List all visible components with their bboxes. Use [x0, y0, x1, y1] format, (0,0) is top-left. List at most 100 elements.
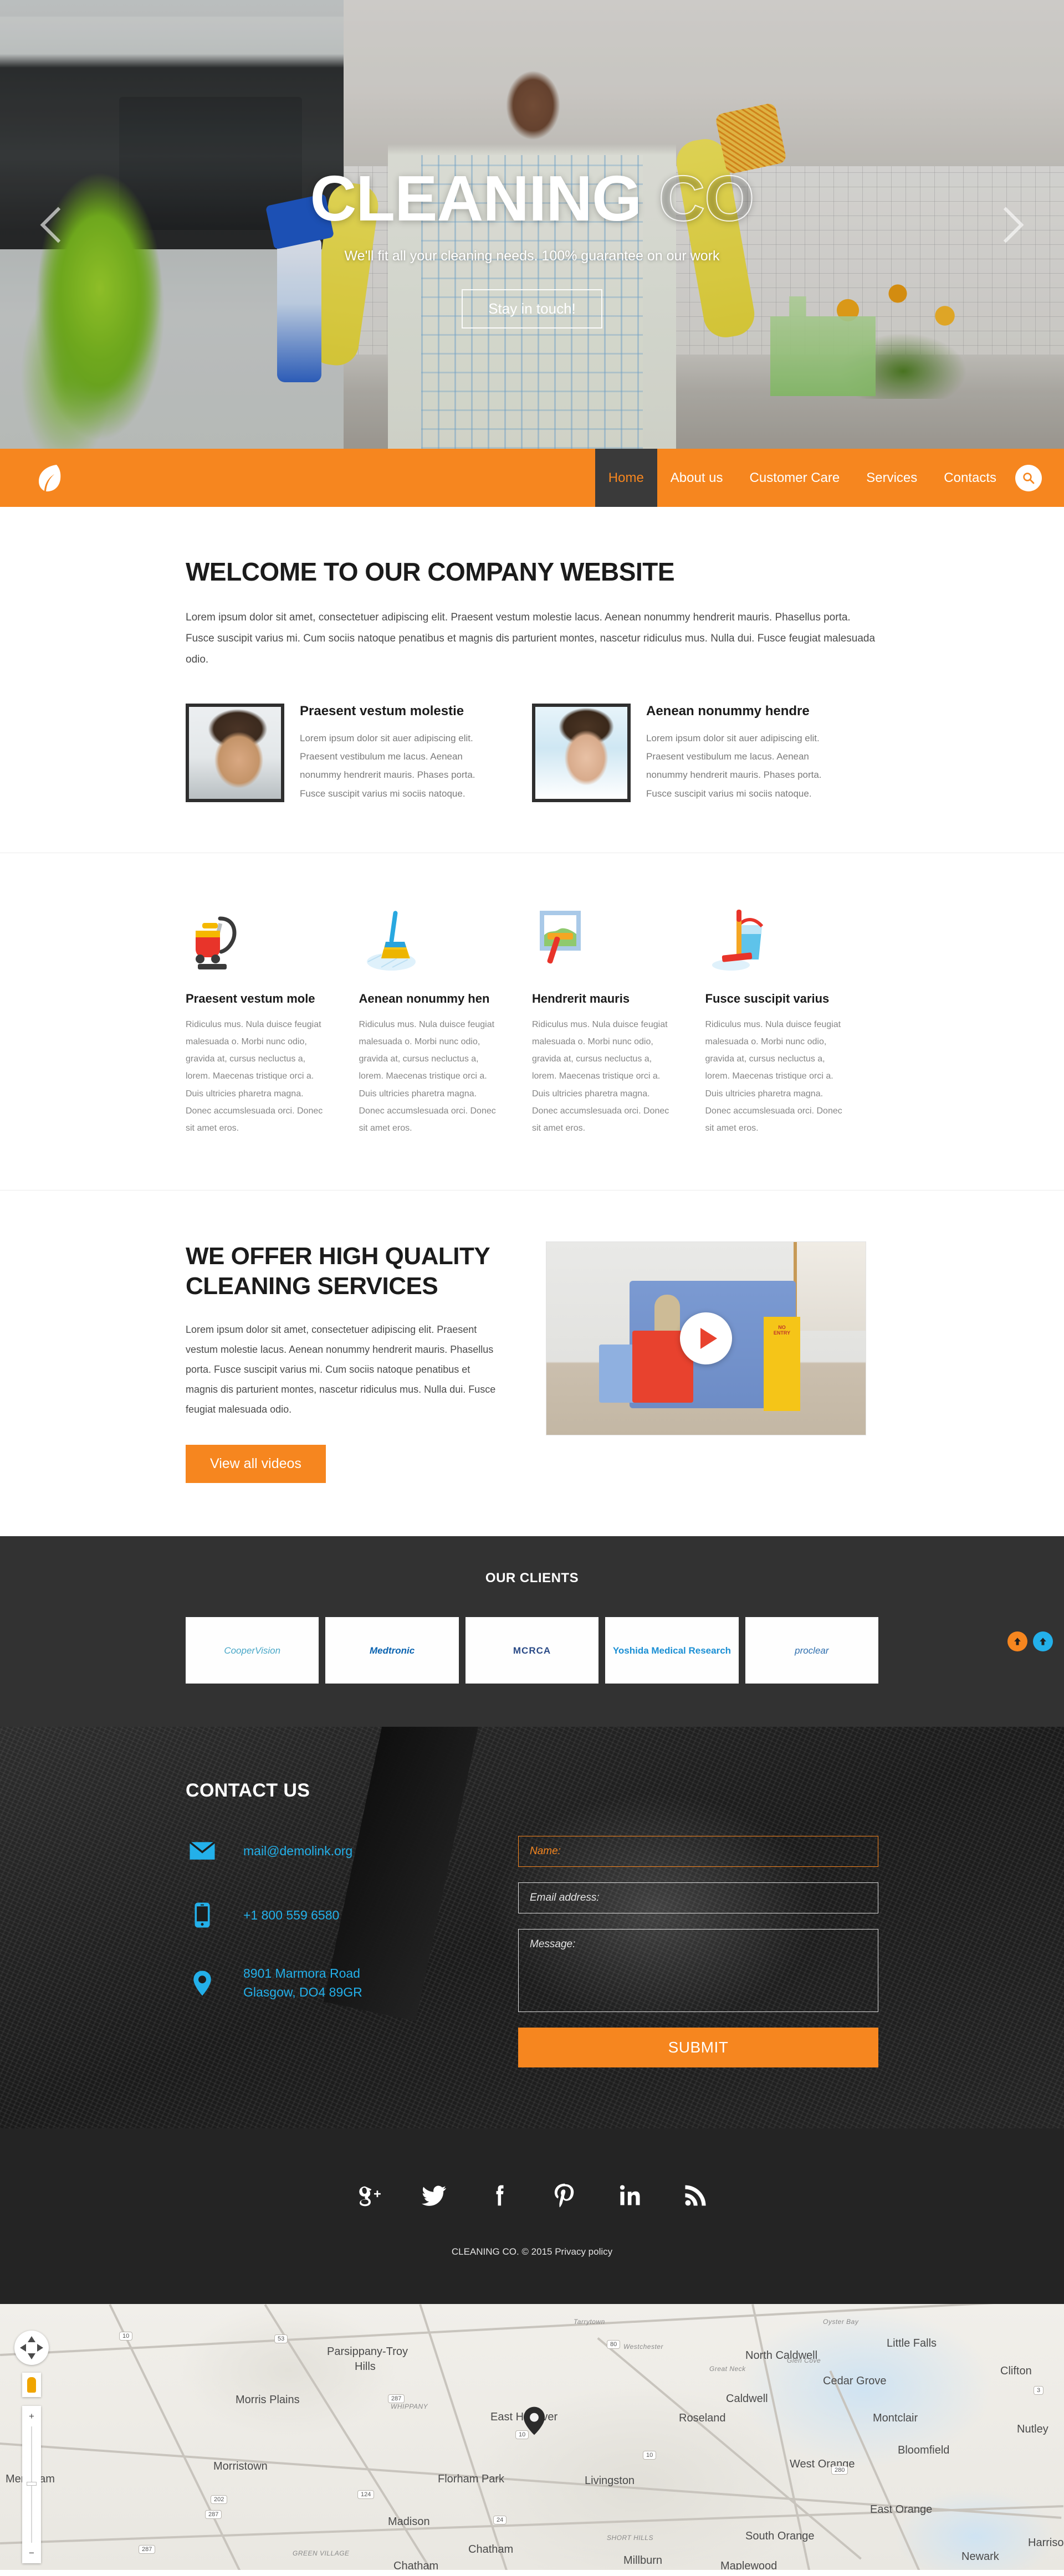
profile-title: Praesent vestum molestie — [300, 704, 464, 719]
client-logo-proclear[interactable]: proclear — [745, 1617, 879, 1684]
twitter-icon[interactable] — [420, 2182, 448, 2212]
nav-item-about-us[interactable]: About us — [657, 449, 736, 507]
clients-heading: OUR CLIENTS — [485, 1571, 579, 1586]
clients-logo-row: CooperVision Medtronic MCRCA Yoshida Med… — [186, 1617, 879, 1684]
map-label: Montclair — [873, 2412, 918, 2425]
hero-content: CLEANING CO We'll fit all your cleaning … — [0, 166, 1064, 329]
zoom-knob[interactable] — [27, 2482, 37, 2486]
map-route-shield: 124 — [357, 2490, 375, 2500]
contact-form: SUBMIT — [518, 1836, 878, 2068]
map-label: Chatham — [393, 2560, 439, 2570]
hero-title: CLEANING CO — [0, 166, 1064, 231]
privacy-policy-link[interactable]: Privacy policy — [555, 2246, 612, 2257]
map-label: SHORT HILLS — [607, 2534, 653, 2542]
video-paragraph: Lorem ipsum dolor sit amet, consectetuer… — [186, 1324, 496, 1415]
mop-icon — [359, 902, 499, 973]
client-logo-yoshida[interactable]: Yoshida Medical Research — [605, 1617, 739, 1684]
pan-right-icon[interactable] — [37, 2344, 43, 2352]
client-logo-medtronic[interactable]: Medtronic — [325, 1617, 459, 1684]
map-label: Maplewood — [720, 2560, 777, 2570]
search-button[interactable] — [1010, 449, 1064, 507]
client-logo-coopervision[interactable]: CooperVision — [186, 1617, 319, 1684]
contact-address[interactable]: 8901 Marmora Road Glasgow, DO4 89GR — [243, 1964, 362, 2002]
map-label: GREEN VILLAGE — [293, 2549, 350, 2558]
rss-icon[interactable] — [682, 2182, 709, 2212]
submit-button[interactable]: SUBMIT — [518, 2028, 878, 2068]
map-pan-control[interactable] — [14, 2331, 49, 2365]
name-input[interactable] — [518, 1836, 878, 1867]
profile-text: Lorem ipsum dolor sit auer adipiscing el… — [646, 733, 822, 799]
stay-in-touch-button[interactable]: Stay in touch! — [462, 289, 602, 329]
map-label: Oyster Bay — [823, 2318, 859, 2326]
welcome-section: WELCOME TO OUR COMPANY WEBSITE Lorem ips… — [0, 507, 1064, 853]
client-logo-mcrca[interactable]: MCRCA — [465, 1617, 599, 1684]
map-label: Bloomfield — [898, 2444, 950, 2457]
welcome-heading: WELCOME TO OUR COMPANY WEBSITE — [186, 557, 675, 586]
map-route-shield: 24 — [493, 2516, 507, 2525]
profile-body: Praesent vestum molestie Lorem ipsum dol… — [300, 704, 493, 803]
contact-details: mail@demolink.org +1 800 559 6580 8901 M… — [186, 1836, 518, 2067]
map-label: Westchester — [623, 2343, 663, 2351]
contact-email-link[interactable]: mail@demolink.org — [243, 1844, 352, 1858]
message-textarea[interactable] — [518, 1929, 878, 2013]
nav-item-contacts[interactable]: Contacts — [930, 449, 1010, 507]
nav-item-home[interactable]: Home — [595, 449, 657, 507]
profile-photo-woman — [532, 704, 631, 803]
pan-left-icon[interactable] — [20, 2344, 26, 2352]
hero-title-ghost: CO — [658, 162, 755, 234]
scroll-up-blue-button[interactable] — [1033, 1631, 1053, 1652]
map-zoom-slider[interactable]: + − — [22, 2406, 41, 2564]
zoom-in-button[interactable]: + — [29, 2409, 34, 2423]
profile-title: Aenean nonummy hendre — [646, 704, 810, 719]
video-thumbnail[interactable] — [546, 1241, 866, 1436]
map-route-shield: 287 — [139, 2545, 156, 2554]
google-map[interactable]: Parsippany-Troy Hills Morris Plains WHIPPAN… — [0, 2304, 1064, 2570]
profile-card: Aenean nonummy hendre Lorem ipsum dolor … — [532, 704, 878, 803]
google-plus-icon[interactable] — [355, 2182, 382, 2212]
map-route-shield: 287 — [388, 2394, 405, 2404]
scroll-up-orange-button[interactable] — [1007, 1631, 1027, 1652]
play-button-icon[interactable] — [680, 1312, 732, 1365]
contact-email[interactable]: mail@demolink.org — [243, 1842, 352, 1860]
map-location-marker[interactable] — [524, 2406, 545, 2435]
service-item: Praesent vestum mole Ridiculus mus. Nula… — [186, 902, 359, 1137]
mobile-phone-icon — [186, 1900, 219, 1930]
facebook-icon[interactable] — [485, 2182, 513, 2212]
map-route-shield: 202 — [211, 2495, 228, 2505]
copyright-text: CLEANING CO. © 2015 — [451, 2246, 555, 2257]
pan-up-icon[interactable] — [28, 2336, 35, 2343]
zoom-track[interactable] — [27, 2426, 37, 2543]
profile-card: Praesent vestum molestie Lorem ipsum dol… — [186, 704, 532, 803]
pinterest-icon[interactable] — [551, 2182, 579, 2212]
contact-phone[interactable]: +1 800 559 6580 — [243, 1906, 339, 1925]
service-text: Ridiculus mus. Nula duisce feugiat males… — [186, 1019, 323, 1133]
client-logo-label: CooperVision — [224, 1645, 281, 1656]
map-label: Morris Plains — [236, 2394, 300, 2406]
client-logo-label: Yoshida Medical Research — [612, 1645, 732, 1656]
search-icon — [1023, 472, 1035, 484]
street-view-pegman-icon[interactable] — [22, 2373, 41, 2398]
scroll-to-top-buttons — [1007, 1631, 1053, 1652]
map-label: Madison — [388, 2516, 430, 2528]
map-route-shield: 10 — [643, 2451, 657, 2460]
arrow-up-icon — [1040, 1638, 1046, 1646]
nav-menu: Home About us Customer Care Services Con… — [595, 449, 1010, 507]
pan-down-icon[interactable] — [28, 2353, 35, 2360]
nav-item-services[interactable]: Services — [853, 449, 930, 507]
map-label: Great Neck — [709, 2365, 746, 2373]
site-logo[interactable] — [0, 449, 97, 507]
nav-item-customer-care[interactable]: Customer Care — [736, 449, 853, 507]
profile-photo-man — [186, 704, 284, 803]
map-label: Newark — [961, 2551, 999, 2563]
profile-body: Aenean nonummy hendre Lorem ipsum dolor … — [646, 704, 840, 803]
linkedin-icon[interactable] — [616, 2182, 644, 2212]
map-route-shield: 3 — [1034, 2386, 1044, 2395]
map-label: Glen Cove — [787, 2357, 821, 2365]
page-root: CLEANING CO We'll fit all your cleaning … — [0, 0, 1064, 2570]
map-label: Florham Park — [438, 2473, 505, 2486]
view-all-videos-button[interactable]: View all videos — [186, 1445, 326, 1484]
zoom-out-button[interactable]: − — [29, 2546, 34, 2560]
email-input[interactable] — [518, 1882, 878, 1914]
video-row: WE OFFER HIGH QUALITY CLEANING SERVICES … — [186, 1241, 878, 1484]
envelope-icon — [186, 1836, 219, 1866]
